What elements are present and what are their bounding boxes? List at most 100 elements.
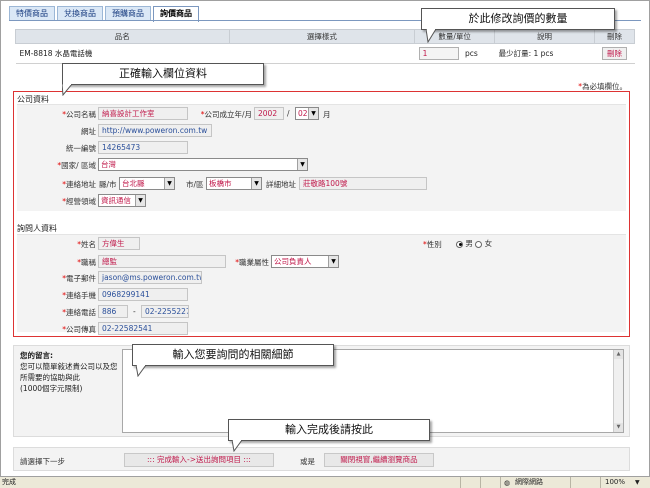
zone-label: 網際網路: [515, 478, 543, 486]
job-title-field[interactable]: 總監: [98, 255, 226, 268]
detail-address-label: 詳細地址: [266, 180, 296, 189]
slash-text: /: [287, 109, 290, 118]
tax-id-label: 統一編號: [66, 144, 96, 153]
month-suffix: 月: [323, 110, 331, 119]
zoom-segment[interactable]: 100% ▼: [600, 477, 648, 488]
gender-male-radio[interactable]: [456, 240, 463, 248]
job-title-label: *職稱: [77, 258, 96, 267]
callout-submit: 輸入完成後請按此: [228, 419, 430, 452]
district-select[interactable]: 板橋市 ▼: [206, 177, 262, 190]
or-text: 或是: [300, 457, 315, 466]
callout-tail-icon: [62, 84, 73, 96]
county-select[interactable]: 台北縣 ▼: [119, 177, 175, 190]
next-step-bar: 請選擇下一步 ::: 完成輸入->送出詢問項目 ::: 或是 關閉視窗,繼續瀏覽…: [13, 447, 630, 471]
gender-female-label: 女: [484, 239, 493, 248]
mobile-label: *連絡手機: [62, 291, 96, 300]
url-label: 網址: [81, 127, 96, 136]
scroll-down-icon[interactable]: ▼: [614, 423, 623, 432]
gender-radio-group: 男 女: [456, 238, 492, 249]
table-row: EM-8818 水晶電話機 1 pcs 最少訂量: 1 pcs 刪除: [15, 43, 635, 64]
status-bar: 完成 ◍ 網際網路 100% ▼: [0, 476, 650, 488]
url-field[interactable]: http://www.poweron.com.tw: [98, 124, 212, 137]
chevron-down-icon: ▼: [328, 256, 338, 267]
company-name-label: *公司名稱: [62, 110, 96, 119]
col-header-delete: 刪除: [594, 29, 635, 44]
message-scrollbar[interactable]: ▲ ▼: [613, 350, 623, 432]
email-label: *電子郵件: [62, 274, 96, 283]
gender-male-label: 男: [465, 239, 473, 248]
globe-icon: ◍: [504, 479, 511, 487]
contact-name-label: *姓名: [77, 240, 96, 249]
company-name-field[interactable]: 納喜設計工作室: [98, 107, 188, 120]
close-window-button[interactable]: 關閉視窗,繼續瀏覽商品: [324, 453, 434, 467]
business-field-select[interactable]: 資訊通信 ▼: [98, 194, 146, 207]
chevron-down-icon: ▼: [135, 195, 145, 206]
status-segment: [480, 477, 500, 488]
tax-id-field[interactable]: 14265473: [98, 141, 188, 154]
status-text: 完成: [2, 478, 16, 486]
chevron-down-icon: ▼: [251, 178, 261, 189]
scroll-up-icon[interactable]: ▲: [614, 350, 623, 359]
email-field[interactable]: jason@ms.poweron.com.tw: [98, 271, 202, 284]
col-header-name: 品名: [15, 29, 230, 44]
founded-year-field[interactable]: 2002: [254, 107, 284, 120]
job-type-label: *職業屬性: [235, 258, 269, 267]
product-style: [229, 43, 415, 64]
phone-area-field[interactable]: 886: [98, 305, 128, 318]
contact-section-title: 詢問人資料: [17, 224, 57, 233]
message-description: 您的留言: 您可以簡單敍述貴公司以及您所需要的協助與此 (1000個字元限制): [20, 350, 120, 394]
zoom-label: 100%: [605, 478, 626, 486]
chevron-down-icon: ▼: [164, 178, 174, 189]
message-limit: (1000個字元限制): [20, 384, 83, 393]
mobile-field[interactable]: 0968299141: [98, 288, 188, 301]
col-header-note: 說明: [494, 29, 596, 44]
callout-tail-icon: [136, 365, 147, 377]
product-name: EM-8818 水晶電話機: [15, 43, 230, 64]
delete-button[interactable]: 刪除: [602, 47, 627, 60]
chevron-down-icon[interactable]: ▼: [635, 477, 640, 488]
status-segment: [460, 477, 480, 488]
browser-content: 特價商品 兌換商品 預購商品 詢價商品 品名 選擇樣式 數量/單位 說明 刪除 …: [0, 0, 650, 476]
next-step-label: 請選擇下一步: [20, 457, 65, 466]
callout-message: 輸入您要詢問的相關細節: [132, 344, 334, 377]
phone-dash: -: [133, 307, 136, 316]
chevron-down-icon: ▼: [308, 108, 318, 119]
tab-special[interactable]: 特價商品: [9, 6, 55, 20]
fax-label: *公司傳真: [62, 325, 96, 334]
district-label: 市/區: [186, 180, 204, 189]
zone-segment: ◍ 網際網路: [500, 477, 570, 488]
message-desc: 您可以簡單敍述貴公司以及您所需要的協助與此: [20, 362, 118, 382]
message-title: 您的留言:: [20, 351, 53, 360]
phone-label: *連絡電話: [62, 308, 96, 317]
founded-month-select[interactable]: 02 ▼: [295, 107, 319, 120]
address-label: *連絡地址: [62, 180, 96, 189]
callout-fields: 正確輸入欄位資料: [62, 63, 264, 96]
founded-label: *公司成立年/月: [200, 110, 252, 119]
tab-exchange[interactable]: 兌換商品: [57, 6, 103, 20]
status-segment: [570, 477, 600, 488]
contact-name-field[interactable]: 方偉生: [98, 237, 140, 250]
col-header-style: 選擇樣式: [228, 29, 416, 44]
country-select[interactable]: 台灣 ▼: [98, 158, 308, 171]
unit-label: pcs: [465, 48, 478, 58]
gender-label: *性別: [423, 240, 442, 249]
detail-address-field[interactable]: 莊敬路100號: [299, 177, 427, 190]
tab-preorder[interactable]: 預購商品: [105, 6, 151, 20]
job-type-select[interactable]: 公司負責人 ▼: [271, 255, 339, 268]
qty-cell: 1 pcs: [414, 43, 495, 64]
gender-female-radio[interactable]: [475, 240, 483, 248]
delete-cell: 刪除: [594, 43, 635, 64]
fax-field[interactable]: 02-22582541: [98, 322, 188, 335]
chevron-down-icon: ▼: [297, 159, 307, 170]
business-field-label: *經營領域: [62, 197, 96, 206]
callout-qty: 於此修改詢價的數量: [421, 8, 615, 43]
phone-field[interactable]: 02-22552275: [141, 305, 189, 318]
country-label: *國家/ 區域: [57, 161, 96, 170]
callout-tail-icon: [426, 29, 437, 43]
county-label: 縣/市: [99, 180, 117, 189]
quantity-input[interactable]: 1: [418, 47, 459, 60]
product-table: 品名 選擇樣式 數量/單位 說明 刪除 EM-8818 水晶電話機 1 pcs …: [15, 29, 635, 64]
submit-button[interactable]: ::: 完成輸入->送出詢問項目 :::: [124, 453, 274, 467]
callout-tail-icon: [232, 440, 243, 452]
product-note: 最少訂量: 1 pcs: [494, 43, 595, 64]
